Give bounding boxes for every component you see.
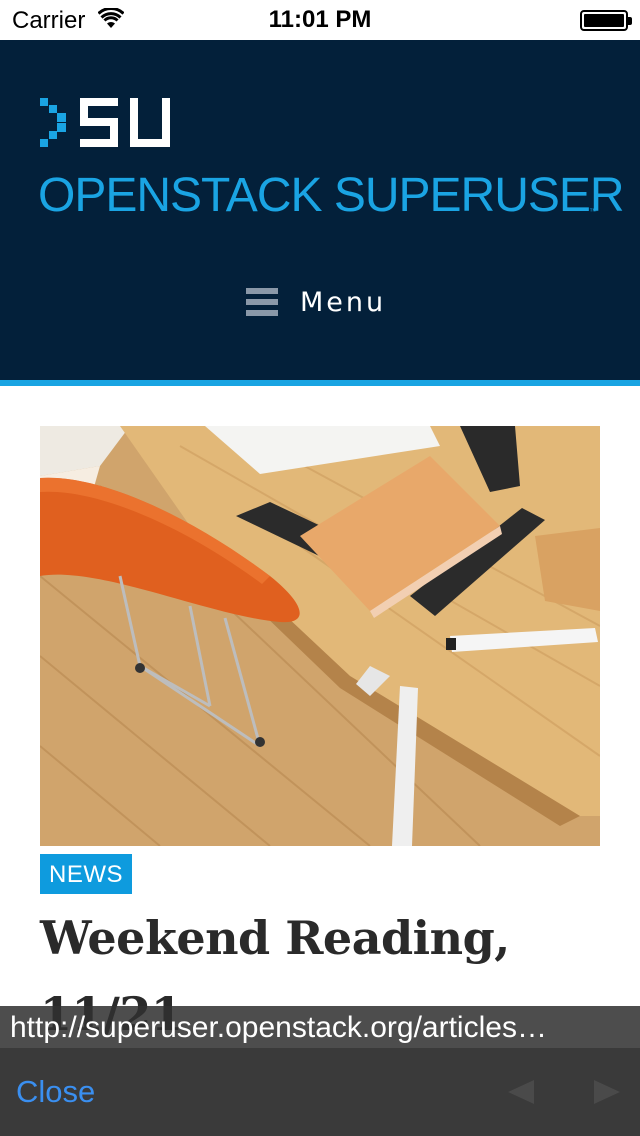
desk-photo [40, 426, 600, 846]
close-button[interactable]: Close [16, 1074, 95, 1110]
url-overlay: http://superuser.openstack.org/articles… [0, 1006, 640, 1048]
triangle-right-icon [594, 1080, 620, 1104]
menu-button[interactable]: Menu [246, 280, 386, 324]
clock: 11:01 PM [268, 6, 372, 33]
header-accent-bar [0, 380, 640, 386]
site-header: OPENSTACK SUPERUSER ™ Menu [0, 40, 640, 380]
category-tag[interactable]: NEWS [40, 854, 132, 894]
status-bar: Carrier 11:01 PM [0, 0, 640, 40]
hamburger-icon [246, 288, 278, 316]
superuser-logo-icon[interactable] [40, 98, 172, 150]
bottom-toolbar: Close [0, 1048, 640, 1136]
forward-button[interactable] [592, 1078, 622, 1106]
battery-icon [580, 10, 632, 31]
triangle-left-icon [508, 1080, 534, 1104]
battery-level [584, 14, 624, 27]
trademark-mark: ™ [589, 207, 597, 216]
back-button[interactable] [506, 1078, 536, 1106]
article-hero-image[interactable] [40, 426, 600, 846]
menu-label: Menu [300, 286, 387, 318]
site-brand-title[interactable]: OPENSTACK SUPERUSER [38, 168, 625, 223]
